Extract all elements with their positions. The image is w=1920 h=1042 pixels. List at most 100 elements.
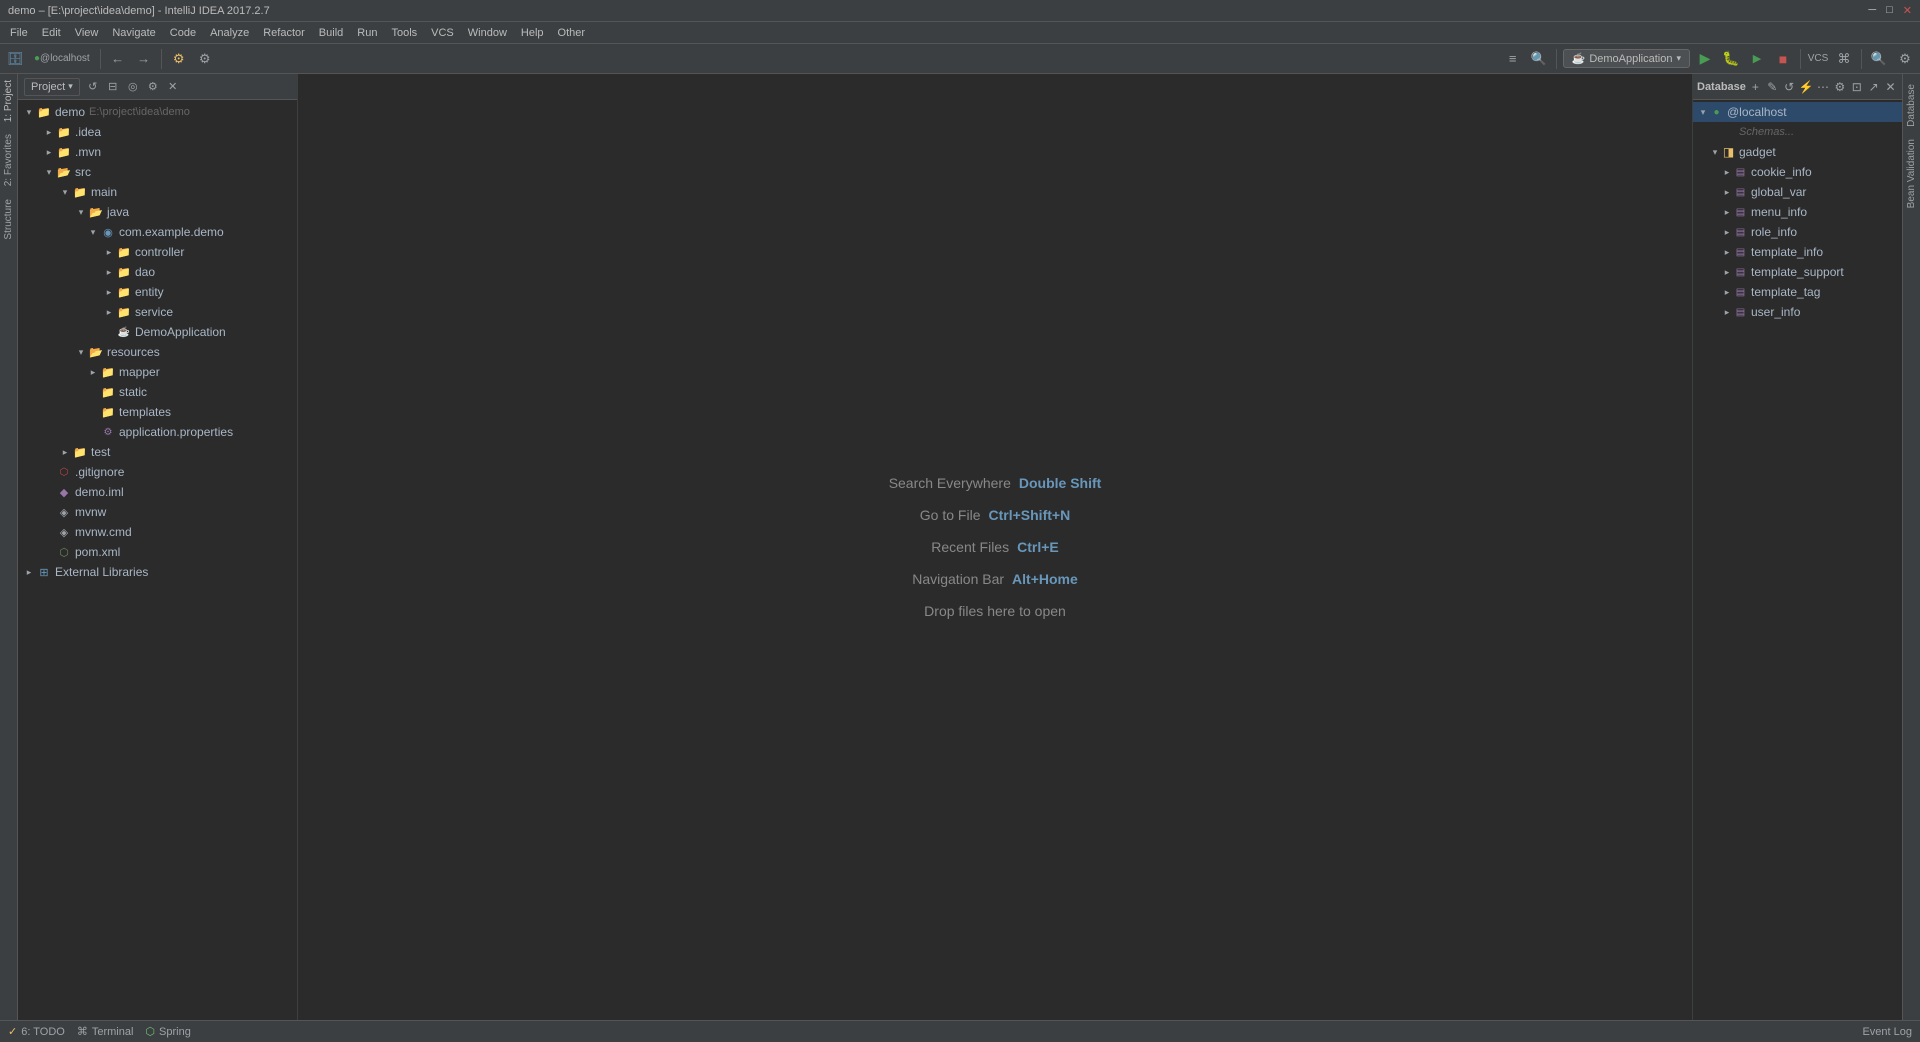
nav-forward-btn[interactable]: → xyxy=(133,48,155,70)
tree-item-static[interactable]: 📁 static xyxy=(18,382,297,402)
tree-item-mvn[interactable]: 📁 .mvn xyxy=(18,142,297,162)
menu-run[interactable]: Run xyxy=(351,25,383,41)
tree-item-demo-app[interactable]: ☕ DemoApplication xyxy=(18,322,297,342)
menu-view[interactable]: View xyxy=(69,25,105,41)
tree-item-idea[interactable]: 📁 .idea xyxy=(18,122,297,142)
menu-build[interactable]: Build xyxy=(313,25,349,41)
db-item-template-info[interactable]: ▤ template_info xyxy=(1693,242,1902,262)
tree-item-service[interactable]: 📁 service xyxy=(18,302,297,322)
build-btn[interactable]: ⚙ xyxy=(168,48,190,70)
db-panel-more-btn[interactable]: ⋯ xyxy=(1816,77,1831,97)
menu-help[interactable]: Help xyxy=(515,25,550,41)
left-tab-structure[interactable]: Structure xyxy=(1,193,16,246)
db-item-template-tag[interactable]: ▤ template_tag xyxy=(1693,282,1902,302)
toolbar-database-btn[interactable]: 🗄 xyxy=(4,48,26,70)
search-everywhere-btn[interactable]: 🔍 xyxy=(1868,48,1890,70)
menu-refactor[interactable]: Refactor xyxy=(257,25,311,41)
tree-item-dao[interactable]: 📁 dao xyxy=(18,262,297,282)
inspect-btn[interactable]: 🔍 xyxy=(1528,48,1550,70)
tree-item-controller[interactable]: 📁 controller xyxy=(18,242,297,262)
tree-arrow-templates xyxy=(86,405,100,419)
coverage-btn[interactable]: ▶ xyxy=(1746,48,1768,70)
status-event-log[interactable]: Event Log xyxy=(1862,1026,1912,1038)
menu-other[interactable]: Other xyxy=(552,25,592,41)
terminal-toolbar-btn[interactable]: ⌘ xyxy=(1833,48,1855,70)
stop-btn[interactable]: ■ xyxy=(1772,48,1794,70)
menu-navigate[interactable]: Navigate xyxy=(106,25,161,41)
tree-item-entity[interactable]: 📁 entity xyxy=(18,282,297,302)
tree-item-templates[interactable]: 📁 templates xyxy=(18,402,297,422)
left-tab-project[interactable]: 1: Project xyxy=(1,74,16,128)
minimize-btn[interactable]: ─ xyxy=(1868,4,1876,17)
tree-item-gitignore[interactable]: ⬡ .gitignore xyxy=(18,462,297,482)
tree-item-demo-iml[interactable]: ◆ demo.iml xyxy=(18,482,297,502)
tree-item-app-props[interactable]: ⚙ application.properties xyxy=(18,422,297,442)
menu-file[interactable]: File xyxy=(4,25,34,41)
db-item-cookie-info[interactable]: ▤ cookie_info xyxy=(1693,162,1902,182)
right-tab-bean-validation[interactable]: Bean Validation xyxy=(1904,133,1919,214)
maximize-btn[interactable]: □ xyxy=(1886,4,1893,17)
menu-tools[interactable]: Tools xyxy=(385,25,423,41)
tree-item-src[interactable]: 📂 src xyxy=(18,162,297,182)
locate-btn[interactable]: ◎ xyxy=(124,78,142,96)
expand-btn[interactable]: ≡ xyxy=(1502,48,1524,70)
tree-item-resources[interactable]: 📂 resources xyxy=(18,342,297,362)
db-panel-add-btn[interactable]: + xyxy=(1748,77,1763,97)
todo-icon: ✓ xyxy=(8,1025,17,1038)
db-panel-expand-btn[interactable]: ⊡ xyxy=(1849,77,1864,97)
status-spring[interactable]: ⬡ Spring xyxy=(145,1025,190,1038)
hide-panel-btn[interactable]: ✕ xyxy=(164,78,182,96)
tree-item-mvnw-cmd[interactable]: ◈ mvnw.cmd xyxy=(18,522,297,542)
debug-btn[interactable]: 🐛 xyxy=(1720,48,1742,70)
tree-item-ext-lib[interactable]: ⊞ External Libraries xyxy=(18,562,297,582)
db-panel-nav-btn[interactable]: ↗ xyxy=(1866,77,1881,97)
settings-btn[interactable]: ⚙ xyxy=(194,48,216,70)
project-dropdown[interactable]: Project ▾ xyxy=(24,78,80,96)
status-terminal[interactable]: ⌘ Terminal xyxy=(77,1025,134,1038)
db-item-localhost[interactable]: ● @localhost xyxy=(1693,102,1902,122)
toolbar-localhost-btn[interactable]: ● @localhost xyxy=(30,48,94,70)
db-panel-settings-btn[interactable]: ⚙ xyxy=(1832,77,1847,97)
run-btn[interactable]: ▶ xyxy=(1694,48,1716,70)
right-tab-database[interactable]: Database xyxy=(1904,78,1919,133)
run-config-selector[interactable]: ☕ DemoApplication ▾ xyxy=(1563,49,1690,68)
tree-item-demo-root[interactable]: 📁 demo E:\project\idea\demo xyxy=(18,102,297,122)
menu-vcs[interactable]: VCS xyxy=(425,25,460,41)
left-tab-favorites[interactable]: 2: Favorites xyxy=(1,128,16,192)
status-todo[interactable]: ✓ 6: TODO xyxy=(8,1025,65,1038)
menu-code[interactable]: Code xyxy=(164,25,202,41)
db-panel-refresh-btn[interactable]: ↺ xyxy=(1782,77,1797,97)
tree-item-java[interactable]: 📂 java xyxy=(18,202,297,222)
folder-icon-service: 📁 xyxy=(116,304,132,320)
tree-item-pom-xml[interactable]: ⬡ pom.xml xyxy=(18,542,297,562)
db-item-user-info[interactable]: ▤ user_info xyxy=(1693,302,1902,322)
tree-item-mvnw[interactable]: ◈ mvnw xyxy=(18,502,297,522)
db-table-icon-menu: ▤ xyxy=(1733,205,1748,220)
db-panel-hide-btn[interactable]: ✕ xyxy=(1883,77,1898,97)
tree-arrow-demo-iml xyxy=(42,485,56,499)
db-item-global-var[interactable]: ▤ global_var xyxy=(1693,182,1902,202)
nav-back-btn[interactable]: ← xyxy=(107,48,129,70)
close-btn[interactable]: ✕ xyxy=(1903,4,1912,17)
db-item-role-info[interactable]: ▤ role_info xyxy=(1693,222,1902,242)
vcs-btn[interactable]: VCS xyxy=(1807,48,1829,70)
tree-item-package[interactable]: ◉ com.example.demo xyxy=(18,222,297,242)
settings-gear-btn[interactable]: ⚙ xyxy=(1894,48,1916,70)
db-item-schemas[interactable]: Schemas... xyxy=(1693,122,1902,142)
tree-item-main[interactable]: 📁 main xyxy=(18,182,297,202)
menu-analyze[interactable]: Analyze xyxy=(204,25,255,41)
db-panel-edit-btn[interactable]: ✎ xyxy=(1765,77,1780,97)
db-item-gadget[interactable]: ◨ gadget xyxy=(1693,142,1902,162)
sync-btn[interactable]: ↺ xyxy=(84,78,102,96)
gear-panel-btn[interactable]: ⚙ xyxy=(144,78,162,96)
menu-edit[interactable]: Edit xyxy=(36,25,67,41)
db-item-menu-info[interactable]: ▤ menu_info xyxy=(1693,202,1902,222)
menu-window[interactable]: Window xyxy=(462,25,513,41)
toolbar-sep-1 xyxy=(100,49,101,69)
collapse-all-btn[interactable]: ⊟ xyxy=(104,78,122,96)
db-item-template-support[interactable]: ▤ template_support xyxy=(1693,262,1902,282)
tree-label-package: com.example.demo xyxy=(119,225,224,239)
db-panel-filter-btn[interactable]: ⚡ xyxy=(1799,77,1814,97)
tree-item-test[interactable]: 📁 test xyxy=(18,442,297,462)
tree-item-mapper[interactable]: 📁 mapper xyxy=(18,362,297,382)
